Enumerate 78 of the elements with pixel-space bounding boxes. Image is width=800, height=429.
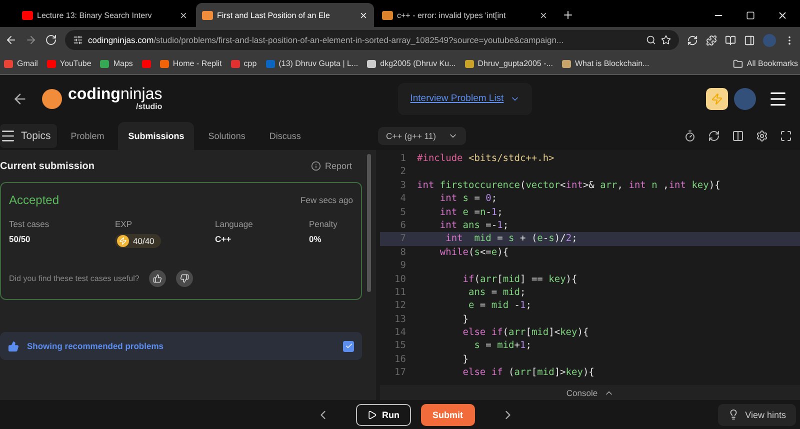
bookmark[interactable]: Gmail bbox=[4, 59, 38, 68]
new-tab-icon[interactable] bbox=[562, 9, 574, 21]
star-icon[interactable] bbox=[661, 35, 671, 45]
thumbs-down-button[interactable] bbox=[176, 270, 194, 287]
stat-label: Test cases bbox=[9, 219, 50, 229]
play-icon bbox=[367, 410, 377, 420]
back-icon[interactable] bbox=[5, 34, 17, 46]
url-domain[interactable]: codingninjas.com bbox=[88, 35, 154, 45]
menu-icon bbox=[0, 128, 16, 144]
url-path[interactable]: /studio/problems/first-and-last-position-of-an-element-in-sorted-array_1082549?source=youtube&campaign... bbox=[154, 35, 564, 45]
view-hints-button[interactable]: View hints bbox=[718, 404, 796, 426]
layout-icon[interactable] bbox=[732, 130, 744, 142]
nav-tab[interactable]: Solutions bbox=[198, 122, 256, 150]
stat-value: 0% bbox=[309, 234, 322, 244]
favicon-icon bbox=[382, 10, 393, 20]
fullscreen-icon[interactable] bbox=[780, 130, 792, 142]
lightbulb-icon bbox=[728, 409, 740, 420]
nav-tab[interactable]: Submissions bbox=[118, 122, 194, 150]
bolt-icon[interactable] bbox=[706, 88, 728, 110]
checkbox[interactable] bbox=[343, 340, 354, 352]
console-toggle[interactable]: Console bbox=[380, 385, 800, 400]
report-button[interactable]: Report bbox=[304, 160, 358, 172]
stat-label: EXP bbox=[115, 219, 134, 229]
bookmark[interactable]: YouTube bbox=[46, 59, 92, 68]
close-icon[interactable] bbox=[777, 10, 788, 21]
info-icon bbox=[310, 161, 321, 171]
stat-value: 50/50 bbox=[9, 234, 32, 244]
forward-icon[interactable] bbox=[25, 34, 37, 46]
timestamp: Few secs ago bbox=[300, 195, 353, 205]
exp-badge: 40/40 bbox=[115, 234, 162, 248]
thumbs-up-button[interactable] bbox=[149, 270, 166, 287]
thumbs-down-icon bbox=[180, 274, 190, 283]
close-icon[interactable] bbox=[179, 10, 188, 20]
status-text: Accepted bbox=[9, 193, 60, 207]
problem-list-dropdown[interactable]: Interview Problem List bbox=[398, 82, 532, 114]
puzzle-icon[interactable] bbox=[706, 34, 717, 46]
scrollbar[interactable] bbox=[367, 154, 371, 292]
thumbs-up-icon bbox=[153, 274, 162, 283]
all-bookmarks[interactable]: All Bookmarks bbox=[732, 58, 800, 68]
bookmark[interactable]: Maps bbox=[100, 59, 133, 68]
nav-tab[interactable]: Problem bbox=[60, 122, 114, 150]
stat-label: Penalty bbox=[309, 219, 338, 229]
favicon-icon bbox=[22, 10, 33, 20]
feedback-question: Did you find these test cases useful? bbox=[9, 274, 140, 283]
timer-icon[interactable] bbox=[684, 130, 696, 142]
bookmark[interactable]: (13) Dhruv Gupta | L... bbox=[266, 59, 358, 68]
favicon-icon bbox=[202, 10, 213, 20]
bookmark[interactable]: Home - Replit bbox=[160, 59, 222, 68]
run-button[interactable]: Run bbox=[356, 404, 410, 426]
stat-label: Language bbox=[215, 219, 254, 229]
browser-tab[interactable]: c++ - error: invalid types 'int[int bbox=[376, 3, 554, 27]
logo[interactable]: codingninjas /studio bbox=[42, 86, 162, 110]
bookmark[interactable]: Dhruv_gupta2005 -... bbox=[464, 59, 553, 68]
browser-tab[interactable]: First and Last Position of an Ele bbox=[196, 3, 374, 27]
reset-icon[interactable] bbox=[708, 130, 720, 142]
thumbs-up-icon bbox=[8, 340, 19, 352]
reading-list-icon[interactable] bbox=[725, 34, 736, 46]
stat-value: C++ bbox=[215, 234, 232, 244]
bookmark[interactable]: dkg2005 (Dhruv Ku... bbox=[367, 59, 456, 68]
restore-icon[interactable] bbox=[746, 11, 755, 20]
section-title: Current submission bbox=[0, 160, 94, 172]
bookmark[interactable]: What is Blockchain... bbox=[562, 59, 650, 68]
check-icon bbox=[344, 342, 352, 350]
language-dropdown[interactable]: C++ (g++ 11) bbox=[378, 127, 466, 145]
reload-icon[interactable] bbox=[45, 34, 57, 46]
bookmark[interactable]: cpp bbox=[230, 59, 257, 68]
bookmark[interactable] bbox=[142, 60, 151, 68]
side-panel-icon[interactable] bbox=[744, 34, 755, 46]
folder-icon bbox=[732, 58, 743, 68]
nav-tab[interactable]: Discuss bbox=[259, 122, 311, 150]
recommended-label: Showing recommended problems bbox=[27, 341, 164, 351]
zoom-icon[interactable] bbox=[646, 35, 656, 45]
settings-icon[interactable] bbox=[756, 130, 768, 142]
back-icon[interactable] bbox=[12, 90, 28, 106]
topics-button[interactable]: Topics bbox=[0, 124, 57, 148]
site-settings-icon[interactable] bbox=[73, 35, 83, 45]
close-icon[interactable] bbox=[539, 10, 548, 20]
browser-tab[interactable]: Lecture 13: Binary Search Interv bbox=[16, 3, 194, 27]
